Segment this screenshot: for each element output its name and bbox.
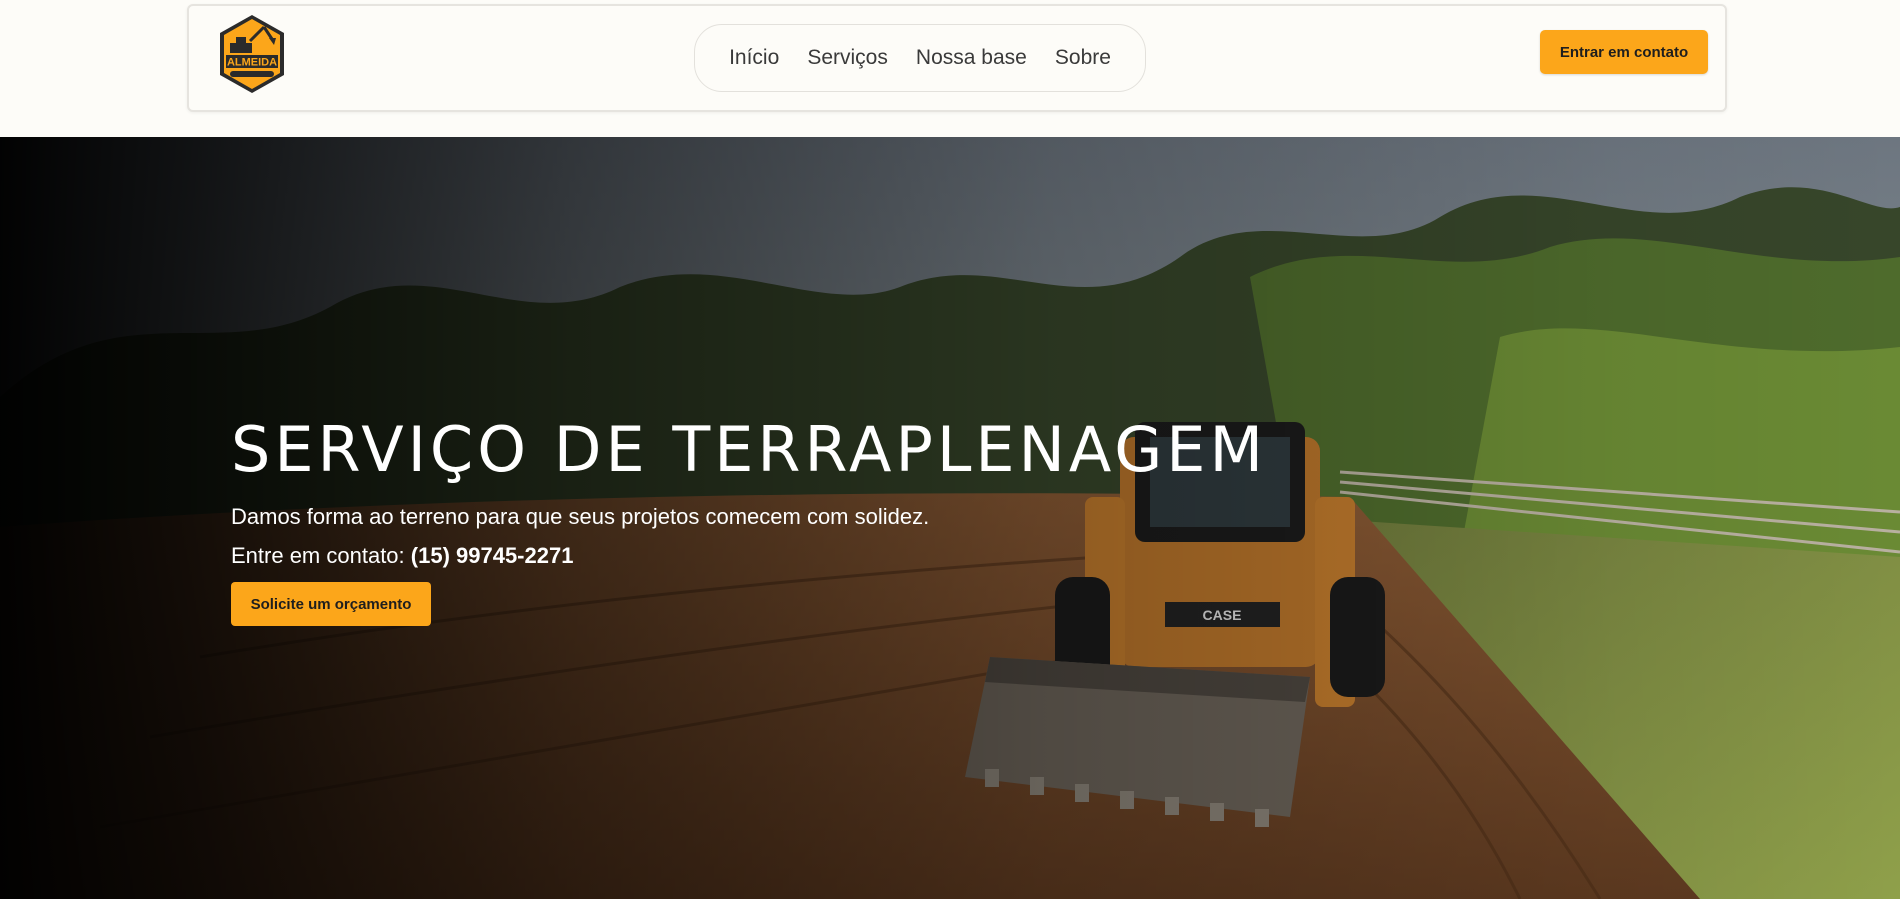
main-nav: Início Serviços Nossa base Sobre [694,24,1146,92]
hero-subtitle: Damos forma ao terreno para que seus pro… [231,504,930,529]
contact-button[interactable]: Entrar em contato [1540,30,1708,74]
site-header: ALMEIDA Início Serviços Nossa base Sobre… [187,4,1727,112]
phone-number[interactable]: (15) 99745-2271 [411,543,574,568]
hero-section: CASE SERVIÇO DE TERRAPLENAGEM Damos form… [0,137,1900,899]
excavator-icon: ALMEIDA [220,15,284,93]
logo-wordmark: ALMEIDA [227,57,277,69]
request-quote-button[interactable]: Solicite um orçamento [231,582,431,626]
brand-logo[interactable]: ALMEIDA [216,13,288,97]
nav-link-inicio[interactable]: Início [729,46,779,70]
contact-prefix: Entre em contato: [231,543,411,568]
nav-link-sobre[interactable]: Sobre [1055,46,1111,70]
top-area: ALMEIDA Início Serviços Nossa base Sobre… [0,0,1900,137]
nav-link-servicos[interactable]: Serviços [807,46,888,70]
hero-contact-line: Entre em contato: (15) 99745-2271 [231,543,573,569]
nav-link-nossa-base[interactable]: Nossa base [916,46,1027,70]
hero-title: SERVIÇO DE TERRAPLENAGEM [231,413,1267,486]
